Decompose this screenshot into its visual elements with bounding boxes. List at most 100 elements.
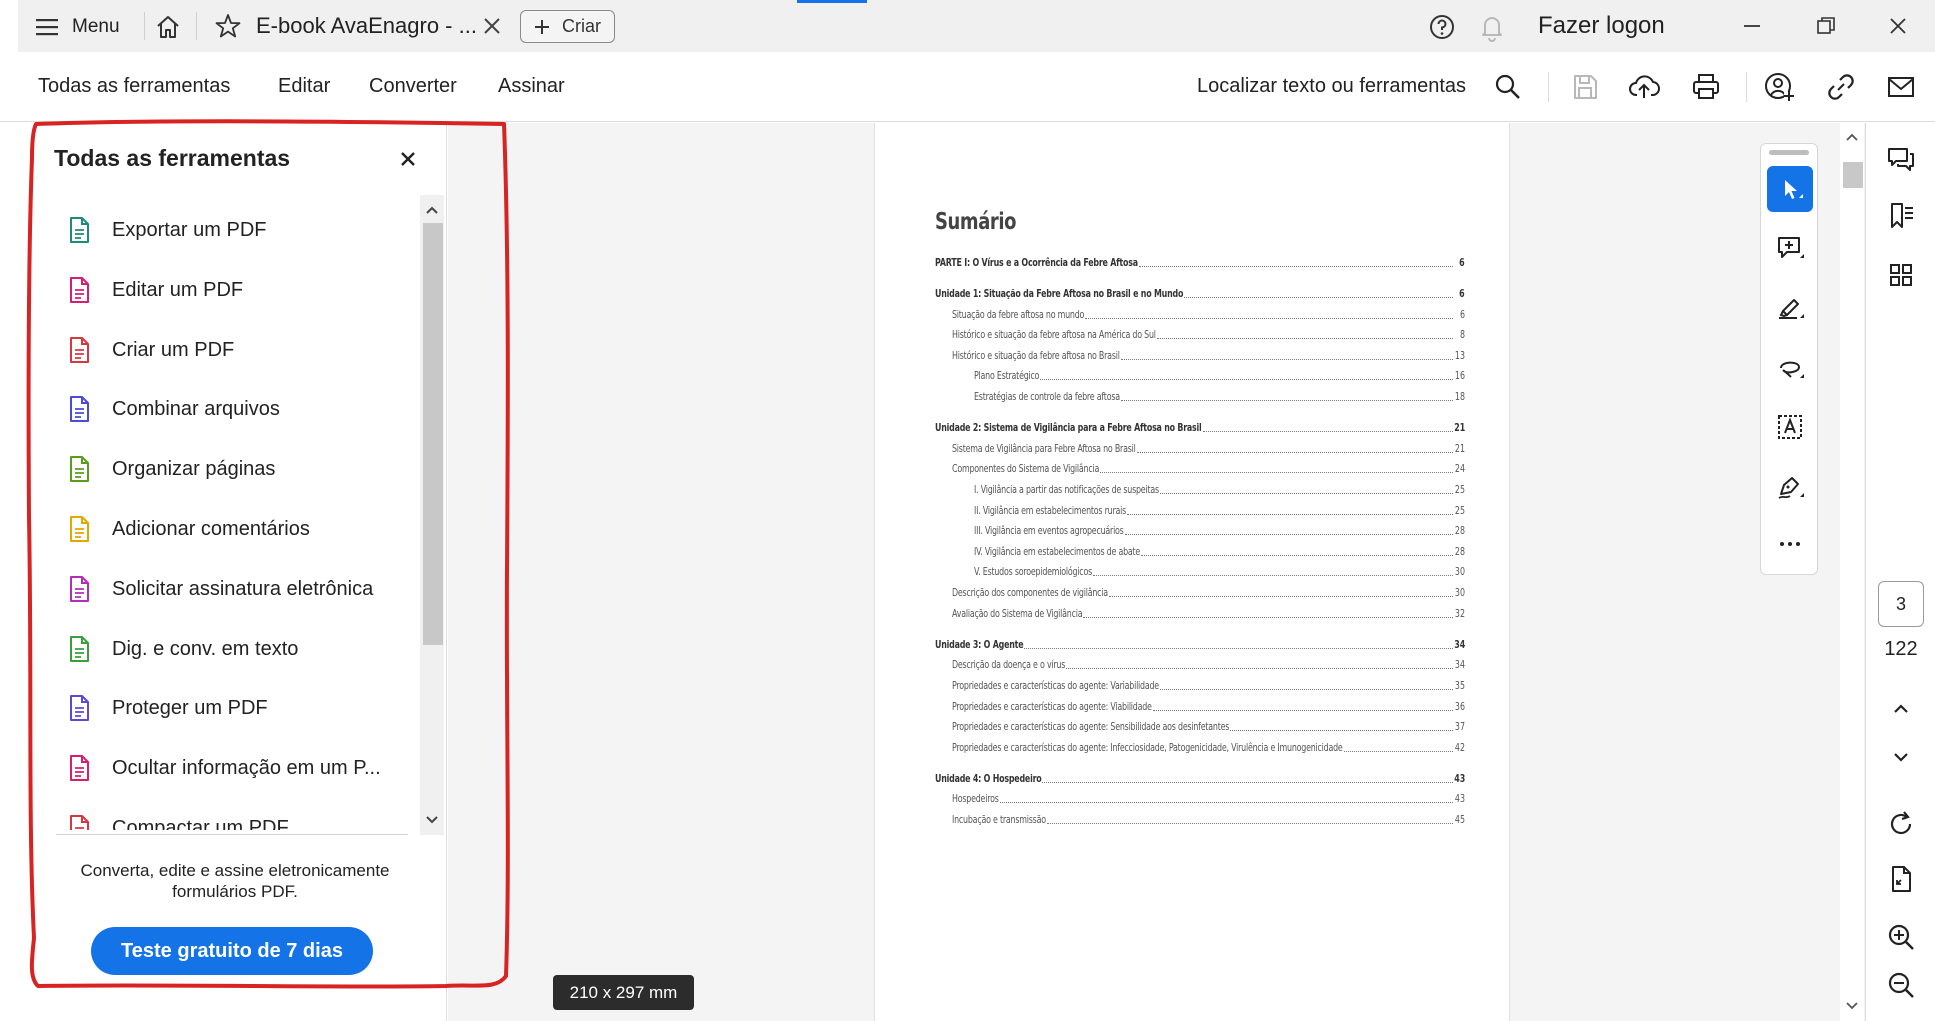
email-icon[interactable]: [1885, 71, 1917, 103]
total-pages: 122: [1884, 638, 1918, 660]
create-button[interactable]: Criar: [520, 10, 615, 43]
toc-entry[interactable]: Histórico e situação da febre aftosa na …: [875, 328, 1511, 344]
tool-item[interactable]: Dig. e conv. em texto: [64, 629, 404, 669]
close-tab-icon[interactable]: [480, 14, 504, 38]
toc-entry[interactable]: I. Vigilância a partir das notificações …: [875, 483, 1511, 499]
home-icon[interactable]: [154, 13, 182, 41]
save-icon[interactable]: [1569, 71, 1601, 103]
document-scrollbar[interactable]: [1840, 123, 1864, 1021]
toc-entry[interactable]: Propriedades e características do agente…: [875, 741, 1511, 757]
tool-item[interactable]: Adicionar comentários: [64, 509, 404, 549]
toc-leader-dots: [1046, 823, 1453, 824]
tool-item[interactable]: Combinar arquivos: [64, 389, 404, 429]
text-tool-button[interactable]: [1767, 404, 1813, 450]
menu-edit[interactable]: Editar: [278, 75, 330, 98]
toc-entry[interactable]: Unidade 3: O Agente 34: [875, 638, 1511, 654]
minimize-icon[interactable]: [1736, 10, 1768, 42]
document-scroll-thumb[interactable]: [1843, 162, 1863, 188]
restore-icon[interactable]: [1810, 10, 1842, 42]
highlight-tool-button[interactable]: [1767, 285, 1813, 331]
toc-entry-text: Unidade 3: O Agente: [935, 638, 1024, 651]
tool-item[interactable]: Exportar um PDF: [64, 210, 404, 250]
document-tab[interactable]: E-book AvaEnagro - ...: [200, 0, 510, 52]
tool-item[interactable]: Editar um PDF: [64, 270, 404, 310]
chevron-down-icon[interactable]: [1842, 996, 1862, 1016]
menu-button[interactable]: Menu: [36, 13, 120, 40]
tool-item[interactable]: Compactar um PDF: [64, 808, 404, 830]
chevron-up-icon[interactable]: [421, 199, 443, 221]
sign-tool-button[interactable]: [1767, 464, 1813, 510]
toc-entry[interactable]: Estratégias de controle da febre aftosa 1…: [875, 390, 1511, 406]
comments-icon[interactable]: [1885, 144, 1917, 176]
chevron-down-icon[interactable]: [421, 809, 443, 831]
toc-entry[interactable]: Componentes do Sistema de Vigilância 24: [875, 462, 1511, 478]
star-icon[interactable]: [214, 12, 242, 40]
bell-icon[interactable]: [1478, 12, 1506, 42]
toc-leader-dots: [1120, 359, 1453, 360]
add-comment-tool-button[interactable]: [1767, 225, 1813, 271]
toc-entry[interactable]: Situação da febre aftosa no mundo 6: [875, 308, 1511, 324]
chevron-up-icon[interactable]: [1842, 127, 1862, 147]
current-page-input[interactable]: 3: [1878, 581, 1924, 627]
toc-entry[interactable]: III. Vigilância em eventos agropecuários…: [875, 524, 1511, 540]
toc-entry[interactable]: Propriedades e características do agente…: [875, 700, 1511, 716]
menu-all-tools[interactable]: Todas as ferramentas: [38, 75, 230, 98]
link-icon[interactable]: [1825, 71, 1857, 103]
draw-tool-button[interactable]: [1767, 345, 1813, 391]
tool-item[interactable]: Criar um PDF: [64, 330, 404, 370]
toc-entry[interactable]: Avaliação do Sistema de Vigilância 32: [875, 607, 1511, 623]
help-icon[interactable]: [1428, 13, 1456, 41]
more-icon: [1780, 542, 1800, 546]
toc-entry-text: I. Vigilância a partir das notificações …: [974, 483, 1159, 496]
toc-entry[interactable]: Propriedades e características do agente…: [875, 720, 1511, 736]
next-page-icon[interactable]: [1885, 741, 1917, 773]
toc-page-number: 8: [1459, 328, 1465, 341]
upload-cloud-icon[interactable]: [1628, 71, 1660, 103]
toc-entry[interactable]: PARTE I: O Vírus e a Ocorrência da Febre…: [875, 256, 1511, 272]
more-tools-button[interactable]: [1767, 521, 1813, 567]
toc-entry[interactable]: Incubação e transmissão 45: [875, 813, 1511, 829]
rotate-icon[interactable]: [1885, 808, 1917, 840]
share-user-icon[interactable]: [1763, 71, 1795, 103]
menu-convert[interactable]: Converter: [369, 75, 457, 98]
page-info-icon[interactable]: [1885, 863, 1917, 895]
toc-entry[interactable]: Descrição da doença e o vírus 34: [875, 658, 1511, 674]
bookmarks-icon[interactable]: [1885, 200, 1917, 232]
toc-leader-dots: [1040, 379, 1453, 380]
drag-handle[interactable]: [1769, 150, 1809, 155]
print-icon[interactable]: [1690, 71, 1722, 103]
toc-entry[interactable]: Descrição dos componentes de vigilância 3…: [875, 586, 1511, 602]
panel-scroll-thumb[interactable]: [423, 223, 443, 645]
toc-entry[interactable]: Sistema de Vigilância para Febre Aftosa …: [875, 442, 1511, 458]
zoom-out-icon[interactable]: [1885, 969, 1917, 1001]
toc-entry[interactable]: IV. Vigilância em estabelecimentos de ab…: [875, 545, 1511, 561]
toc-entry[interactable]: Unidade 4: O Hospedeiro 43: [875, 772, 1511, 788]
toc-leader-dots: [1092, 575, 1453, 576]
toc-entry[interactable]: Propriedades e características do agente…: [875, 679, 1511, 695]
pdf-page[interactable]: Sumário PARTE I: O Vírus e a Ocorrência …: [874, 123, 1510, 1021]
toc-entry[interactable]: Unidade 1: Situação da Febre Aftosa no B…: [875, 287, 1511, 303]
thumbnails-icon[interactable]: [1885, 259, 1917, 291]
tool-item[interactable]: Proteger um PDF: [64, 688, 404, 728]
toc-entry-text: Descrição dos componentes de vigilância: [952, 586, 1108, 599]
toc-entry[interactable]: Histórico e situação da febre aftosa no …: [875, 349, 1511, 365]
find-tools-label[interactable]: Localizar texto ou ferramentas: [1197, 75, 1466, 98]
toc-entry[interactable]: Unidade 2: Sistema de Vigilância para a …: [875, 421, 1511, 437]
menu-sign[interactable]: Assinar: [498, 75, 565, 98]
tool-item[interactable]: Ocultar informação em um P...: [64, 748, 404, 788]
zoom-in-icon[interactable]: [1885, 921, 1917, 953]
toc-entry[interactable]: II. Vigilância em estabelecimentos rurai…: [875, 504, 1511, 520]
close-panel-icon[interactable]: [398, 149, 418, 169]
toc-entry[interactable]: Hospedeiros 43: [875, 792, 1511, 808]
tool-item[interactable]: Solicitar assinatura eletrônica: [64, 569, 404, 609]
sign-in-link[interactable]: Fazer logon: [1538, 12, 1665, 40]
tool-item[interactable]: Organizar páginas: [64, 449, 404, 489]
toc-entry[interactable]: Plano Estratégico 16: [875, 369, 1511, 385]
free-trial-button[interactable]: Teste gratuito de 7 dias: [91, 927, 373, 975]
select-tool-button[interactable]: [1767, 166, 1813, 212]
close-window-icon[interactable]: [1882, 10, 1914, 42]
export-pdf-icon: [70, 217, 89, 243]
toc-entry[interactable]: V. Estudos soroepidemiológicos 30: [875, 565, 1511, 581]
search-icon[interactable]: [1492, 71, 1524, 103]
previous-page-icon[interactable]: [1885, 693, 1917, 725]
